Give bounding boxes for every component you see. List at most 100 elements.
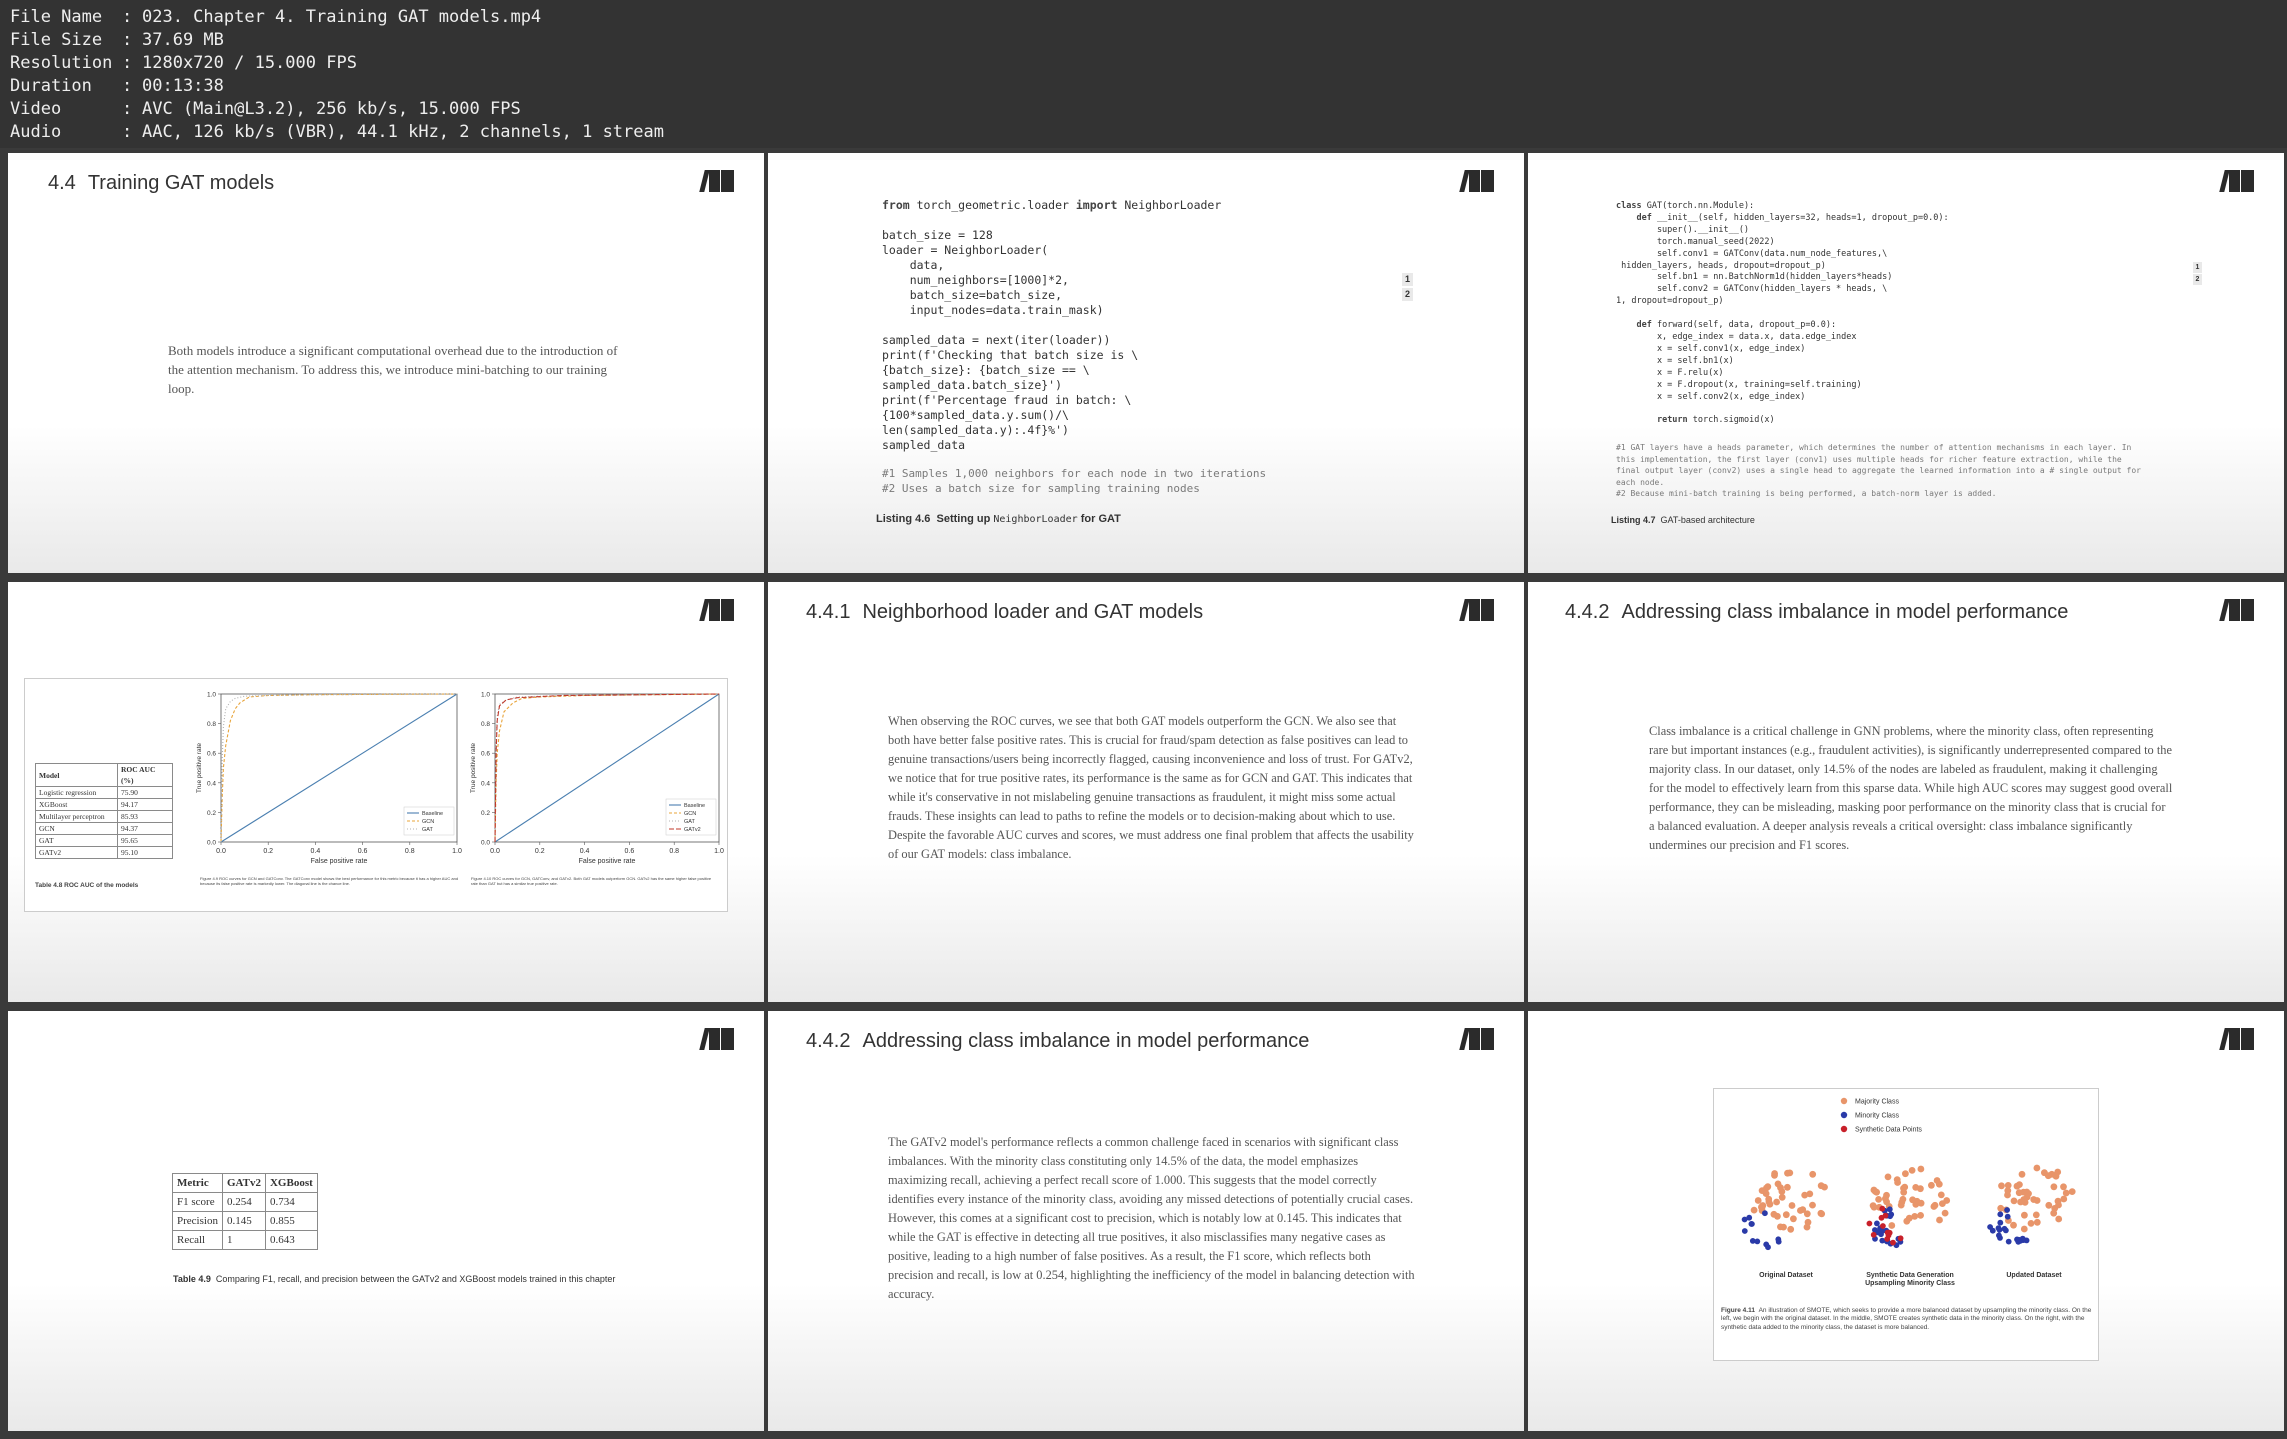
- code-line: x, edge_index = data.x, data.edge_index: [1616, 331, 1857, 342]
- legend-label: Baseline: [684, 803, 705, 809]
- table-cell: 0.254: [221, 1192, 266, 1212]
- majority-point: [1750, 1206, 1758, 1214]
- majority-point: [1774, 1180, 1782, 1188]
- code-line: data,: [882, 258, 945, 272]
- majority-point: [2033, 1164, 2041, 1172]
- roc-auc-table: Model ROC AUC (%) Logistic regression 75.90…: [35, 763, 173, 859]
- majority-point: [1762, 1190, 1770, 1197]
- minority-point: [1762, 1210, 1768, 1217]
- minority-point: [1748, 1221, 1755, 1227]
- thumbnail-5[interactable]: 4.4.1 Neighborhood loader and GAT models …: [768, 582, 1524, 1002]
- figure-card: Model ROC AUC (%) Logistic regression 75.90…: [24, 678, 728, 912]
- majority-point: [2018, 1170, 2026, 1178]
- legend-label: GATv2: [684, 827, 701, 833]
- thumbnail-4[interactable]: Model ROC AUC (%) Logistic regression 75.90…: [8, 582, 764, 1002]
- listing-caption: Listing 4.6 Setting up NeighborLoader fo…: [876, 513, 1121, 525]
- code-line: each node.: [1616, 477, 1665, 487]
- x-tick-label: 1.0: [714, 848, 724, 855]
- roc-chart-2: 0.0 0.2 0.4 0.6 0.8 1.0 0.0 0.2 0.4 0.6 0.8 1.0 Fals…: [470, 692, 724, 866]
- code-line: {batch_size}: {batch_size == \: [882, 363, 1090, 377]
- thumbnail-6[interactable]: 4.4.2 Addressing class imbalance in model…: [1528, 582, 2284, 1002]
- majority-point: [1778, 1193, 1786, 1201]
- minority-point: [1997, 1211, 2004, 1218]
- majority-point: [1797, 1207, 1804, 1214]
- table-row: F1 score 0.254 0.734: [172, 1192, 318, 1212]
- majority-point: [1870, 1186, 1878, 1194]
- code-line: super().__init__(): [1616, 224, 1750, 235]
- thumbnail-3[interactable]: class GAT(torch.nn.Module): def __init__…: [1528, 153, 2284, 573]
- thumbnail-2[interactable]: from torch_geometric.loader import Neigh…: [768, 153, 1524, 573]
- minority-point: [1741, 1216, 1748, 1223]
- cluster-label: Synthetic Data Generation Upsampling Mino…: [1865, 1272, 1955, 1287]
- x-tick-label: 0.4: [311, 848, 321, 855]
- majority-point: [2021, 1211, 2028, 1219]
- meta-separator: :: [122, 76, 133, 96]
- column-header: Metric: [172, 1173, 223, 1193]
- table-row: GATv2 95.10: [35, 846, 173, 859]
- synthetic-point: [1897, 1235, 1904, 1242]
- code-line: this implementation, the first layer (co…: [1616, 454, 2122, 464]
- majority-point: [1902, 1170, 1909, 1178]
- manning-logo-icon: [2219, 170, 2254, 192]
- code-line: print(f'Percentage fraud in batch: \: [882, 393, 1132, 407]
- table-caption: Table 4.8 ROC AUC of the models: [35, 882, 139, 889]
- manning-logo-icon: [699, 1028, 734, 1050]
- table-row: GCN 94.37: [35, 822, 173, 835]
- y-axis-label: True positive rate: [470, 743, 477, 793]
- thumbnail-1[interactable]: 4.4 Training GAT models Both models intro…: [8, 153, 764, 573]
- y-tick-label: 0.2: [481, 810, 490, 817]
- minority-point: [1996, 1232, 2002, 1239]
- meta-row: File Name:023. Chapter 4. Training GAT m…: [10, 6, 2287, 29]
- meta-separator: :: [122, 122, 133, 142]
- minority-point: [1886, 1206, 1893, 1213]
- majority-point: [2004, 1191, 2011, 1199]
- majority-point: [1912, 1184, 1920, 1191]
- x-tick-label: 1.0: [452, 848, 462, 855]
- y-tick-label: 0.6: [207, 751, 216, 758]
- majority-point: [1818, 1210, 1826, 1218]
- minority-point: [2004, 1207, 2010, 1213]
- section-heading: 4.4.2 Addressing class imbalance in model…: [1565, 601, 2069, 623]
- majority-point: [2052, 1172, 2060, 1180]
- code-line: #1 Samples 1,000 neighbors for each node…: [882, 467, 1267, 480]
- majority-point: [2045, 1201, 2053, 1209]
- table-row: Precision 0.145 0.855: [172, 1211, 318, 1231]
- meta-separator: :: [122, 99, 133, 119]
- table-cell: 0.734: [264, 1192, 318, 1212]
- code-line: #1 GAT layers have a heads parameter, wh…: [1616, 443, 2132, 452]
- thumbnail-7[interactable]: Metric GATv2 XGBoost F1 score 0.254 0.734 Prec…: [8, 1011, 764, 1431]
- x-tick-label: 0.0: [490, 848, 500, 855]
- y-tick-label: 0.4: [481, 780, 490, 787]
- majority-point: [1790, 1215, 1797, 1223]
- majority-point: [1803, 1210, 1811, 1218]
- y-tick-label: 1.0: [207, 692, 216, 699]
- majority-point: [1933, 1177, 1941, 1184]
- thumbnail-9[interactable]: Majority Class Minority Class Synthetic Da…: [1528, 1011, 2284, 1431]
- smote-figure-card: Majority Class Minority Class Synthetic Da…: [1713, 1088, 2099, 1361]
- synthetic-point: [1866, 1220, 1873, 1227]
- code-line: batch_size=batch_size,: [882, 288, 1063, 302]
- table-row: Logistic regression 75.90: [35, 786, 173, 799]
- majority-point: [2004, 1182, 2012, 1189]
- meta-value: AVC (Main@L3.2), 256 kb/s, 15.000 FPS: [142, 99, 521, 119]
- code-line: from torch_geometric.loader import Neigh…: [882, 198, 1222, 212]
- thumbnail-8[interactable]: 4.4.2 Addressing class imbalance in model…: [768, 1011, 1524, 1431]
- code-line: 1, dropout=dropout_p): [1616, 296, 1724, 307]
- table-cell: GAT: [35, 834, 118, 847]
- table-row: Recall 1 0.643: [172, 1230, 318, 1250]
- majority-point: [1917, 1212, 1924, 1219]
- table-header-row: Metric GATv2 XGBoost: [172, 1173, 318, 1193]
- majority-point: [1765, 1198, 1773, 1206]
- majority-point: [1771, 1170, 1778, 1177]
- majority-point: [1784, 1169, 1791, 1177]
- table-caption: Table 4.9 Comparing F1, recall, and prec…: [173, 1274, 616, 1284]
- majority-point: [1931, 1201, 1939, 1209]
- minority-point: [2005, 1238, 2012, 1245]
- majority-point: [2051, 1205, 2059, 1212]
- meta-separator: :: [122, 53, 133, 73]
- section-heading: 4.4.2 Addressing class imbalance in model…: [806, 1030, 1310, 1052]
- majority-point: [1804, 1218, 1812, 1226]
- y-tick-label: 0.0: [207, 840, 216, 847]
- table-cell: 0.643: [264, 1230, 318, 1250]
